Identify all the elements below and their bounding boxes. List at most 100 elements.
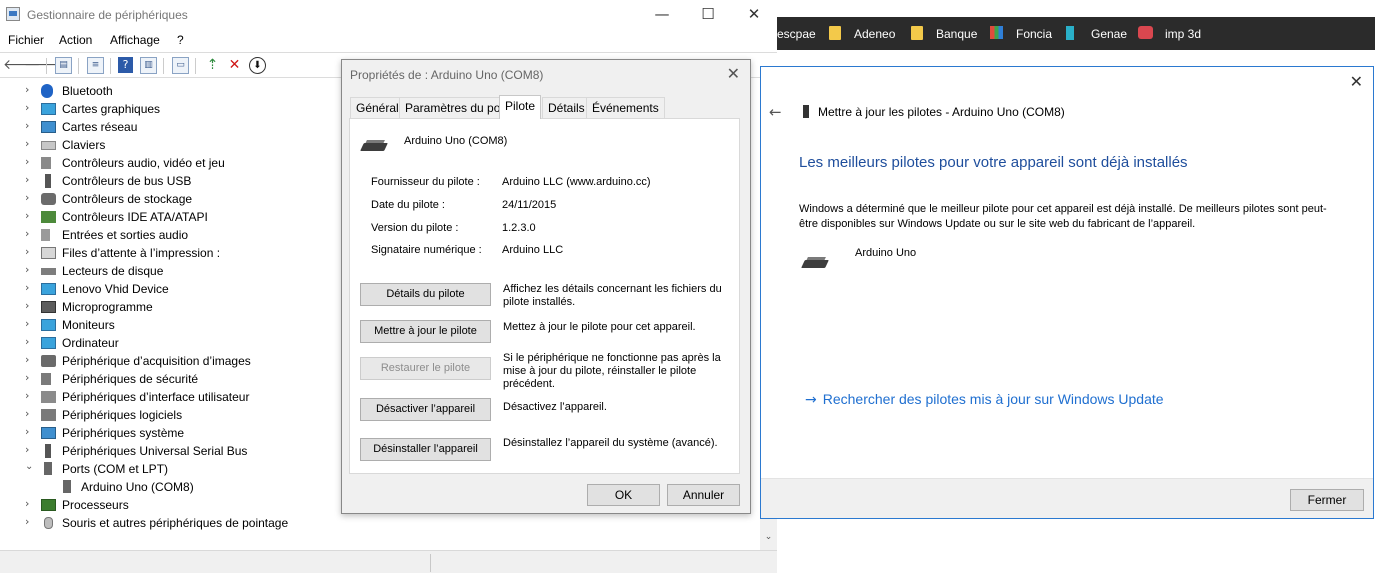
tree-item-controleurs-ide[interactable]: › Contrôleurs IDE ATA/ATAPI bbox=[22, 208, 382, 226]
close-button[interactable]: Fermer bbox=[1290, 489, 1364, 511]
chevron-right-icon[interactable]: › bbox=[25, 497, 29, 510]
tree-item-cartes-graphiques[interactable]: › Cartes graphiques bbox=[22, 100, 382, 118]
tree-item-files-impression[interactable]: › Files d’attente à l’impression : bbox=[22, 244, 382, 262]
network-adapter-icon bbox=[41, 121, 56, 133]
menu-affichage[interactable]: Affichage bbox=[110, 33, 160, 47]
tree-item-cartes-reseau[interactable]: › Cartes réseau bbox=[22, 118, 382, 136]
tab-general[interactable]: Général bbox=[350, 97, 405, 118]
info-label: Date du pilote : bbox=[371, 199, 445, 211]
tree-item-entrees-sorties-audio[interactable]: › Entrées et sorties audio bbox=[22, 226, 382, 244]
folder-icon bbox=[829, 26, 841, 40]
chevron-right-icon[interactable]: › bbox=[25, 173, 29, 186]
dialog-header: Mettre à jour les pilotes - Arduino Uno … bbox=[818, 105, 1065, 119]
tab-parametres-port[interactable]: Paramètres du port bbox=[399, 97, 514, 118]
scan-hardware-icon[interactable]: ▭ bbox=[172, 57, 189, 74]
help-icon[interactable]: ? bbox=[118, 57, 133, 73]
uninstall-device-button[interactable]: Désinstaller l’appareil bbox=[360, 438, 491, 461]
close-icon[interactable]: ✕ bbox=[1350, 72, 1363, 91]
chevron-right-icon[interactable]: › bbox=[25, 281, 29, 294]
chevron-right-icon[interactable]: › bbox=[25, 101, 29, 114]
tree-item-acquisition-images[interactable]: › Périphérique d’acquisition d’images bbox=[22, 352, 382, 370]
driver-details-button[interactable]: Détails du pilote bbox=[360, 283, 491, 306]
tree-item-securite[interactable]: › Périphériques de sécurité bbox=[22, 370, 382, 388]
forward-arrow-icon[interactable]: 🡒 bbox=[24, 57, 62, 74]
usb-device-icon bbox=[803, 105, 809, 118]
chevron-right-icon[interactable]: › bbox=[25, 299, 29, 312]
ok-button[interactable]: OK bbox=[587, 484, 660, 506]
tree-item-controleurs-usb[interactable]: › Contrôleurs de bus USB bbox=[22, 172, 382, 190]
maximize-button[interactable]: ☐ bbox=[685, 0, 731, 30]
cancel-button[interactable]: Annuler bbox=[667, 484, 740, 506]
uninstall-icon[interactable]: ✕ bbox=[226, 57, 243, 74]
arrow-right-icon: → bbox=[805, 392, 817, 408]
list-view-icon[interactable]: ≡ bbox=[87, 57, 104, 74]
chevron-right-icon[interactable]: › bbox=[25, 353, 29, 366]
chevron-right-icon[interactable]: › bbox=[25, 209, 29, 222]
back-arrow-icon[interactable]: 🡐 bbox=[3, 57, 41, 74]
chevron-right-icon[interactable]: › bbox=[25, 137, 29, 150]
tree-item-ports[interactable]: ⌄ Ports (COM et LPT) bbox=[22, 460, 382, 478]
bookmark-escpae[interactable]: escpae bbox=[777, 27, 816, 41]
chevron-right-icon[interactable]: › bbox=[25, 389, 29, 402]
update-driver-icon[interactable]: ⇡ bbox=[204, 57, 221, 74]
bookmark-banque[interactable]: Banque bbox=[936, 27, 977, 41]
tree-item-controleurs-stockage[interactable]: › Contrôleurs de stockage bbox=[22, 190, 382, 208]
chevron-right-icon[interactable]: › bbox=[25, 407, 29, 420]
tree-item-ordinateur[interactable]: › Ordinateur bbox=[22, 334, 382, 352]
bookmark-genae[interactable]: Genae bbox=[1091, 27, 1127, 41]
title-bar: Gestionnaire de périphériques — ☐ ✕ bbox=[0, 0, 777, 30]
tree-item-moniteurs[interactable]: › Moniteurs bbox=[22, 316, 382, 334]
speaker-icon bbox=[41, 229, 50, 241]
minimize-button[interactable]: — bbox=[639, 0, 685, 30]
tree-item-lenovo-vhid[interactable]: › Lenovo Vhid Device bbox=[22, 280, 382, 298]
chevron-down-icon[interactable]: ⌄ bbox=[763, 532, 774, 542]
download-icon[interactable]: ⬇ bbox=[249, 57, 266, 74]
tree-item-logiciels[interactable]: › Périphériques logiciels bbox=[22, 406, 382, 424]
chevron-right-icon[interactable]: › bbox=[25, 515, 29, 528]
tree-item-microprogramme[interactable]: › Microprogramme bbox=[22, 298, 382, 316]
tree-item-systeme[interactable]: › Périphériques système bbox=[22, 424, 382, 442]
chevron-right-icon[interactable]: › bbox=[25, 191, 29, 204]
tree-label: Périphériques de sécurité bbox=[62, 372, 199, 386]
close-button[interactable]: ✕ bbox=[731, 0, 777, 30]
tree-item-bluetooth[interactable]: › Bluetooth bbox=[22, 82, 382, 100]
tab-pilote[interactable]: Pilote bbox=[499, 95, 542, 119]
tree-item-lecteurs-disque[interactable]: › Lecteurs de disque bbox=[22, 262, 382, 280]
tree-item-controleurs-audio[interactable]: › Contrôleurs audio, vidéo et jeu bbox=[22, 154, 382, 172]
properties-view-icon[interactable]: ▤ bbox=[55, 57, 72, 74]
chevron-right-icon[interactable]: › bbox=[25, 263, 29, 276]
tree-item-claviers[interactable]: › Claviers bbox=[22, 136, 382, 154]
chevron-right-icon[interactable]: › bbox=[25, 155, 29, 168]
close-icon[interactable]: ✕ bbox=[727, 64, 740, 83]
tab-evenements[interactable]: Événements bbox=[586, 97, 665, 118]
windows-update-link[interactable]: → Rechercher des pilotes mis à jour sur W… bbox=[805, 391, 1164, 408]
chevron-right-icon[interactable]: › bbox=[25, 335, 29, 348]
chevron-right-icon[interactable]: › bbox=[25, 443, 29, 456]
chevron-right-icon[interactable]: › bbox=[25, 245, 29, 258]
tree-item-souris[interactable]: › Souris et autres périphériques de poin… bbox=[22, 514, 382, 532]
menu-help[interactable]: ? bbox=[177, 33, 184, 47]
chevron-right-icon[interactable]: › bbox=[25, 119, 29, 132]
bookmark-imp-3d[interactable]: imp 3d bbox=[1165, 27, 1201, 41]
bookmark-foncia[interactable]: Foncia bbox=[1016, 27, 1052, 41]
tree-label: Contrôleurs de stockage bbox=[62, 192, 193, 206]
tab-details[interactable]: Détails bbox=[542, 97, 591, 118]
update-driver-button[interactable]: Mettre à jour le pilote bbox=[360, 320, 491, 343]
tree-item-interface-utilisateur[interactable]: › Périphériques d’interface utilisateur bbox=[22, 388, 382, 406]
tree-label: Ports (COM et LPT) bbox=[62, 462, 169, 476]
tree-item-universal-serial-bus[interactable]: › Périphériques Universal Serial Bus bbox=[22, 442, 382, 460]
back-arrow-icon[interactable]: ← bbox=[769, 103, 782, 121]
chevron-down-icon[interactable]: ⌄ bbox=[25, 461, 33, 472]
chevron-right-icon[interactable]: › bbox=[25, 83, 29, 96]
chevron-right-icon[interactable]: › bbox=[25, 317, 29, 330]
chevron-right-icon[interactable]: › bbox=[25, 425, 29, 438]
menu-fichier[interactable]: Fichier bbox=[8, 33, 44, 47]
bookmark-adeneo[interactable]: Adeneo bbox=[854, 27, 895, 41]
menu-action[interactable]: Action bbox=[59, 33, 92, 47]
rollback-driver-button[interactable]: Restaurer le pilote bbox=[360, 357, 491, 380]
tree-item-processeurs[interactable]: › Processeurs bbox=[22, 496, 382, 514]
chevron-right-icon[interactable]: › bbox=[25, 227, 29, 240]
disable-device-button[interactable]: Désactiver l’appareil bbox=[360, 398, 491, 421]
chevron-right-icon[interactable]: › bbox=[25, 371, 29, 384]
details-view-icon[interactable]: ▥ bbox=[140, 57, 157, 74]
